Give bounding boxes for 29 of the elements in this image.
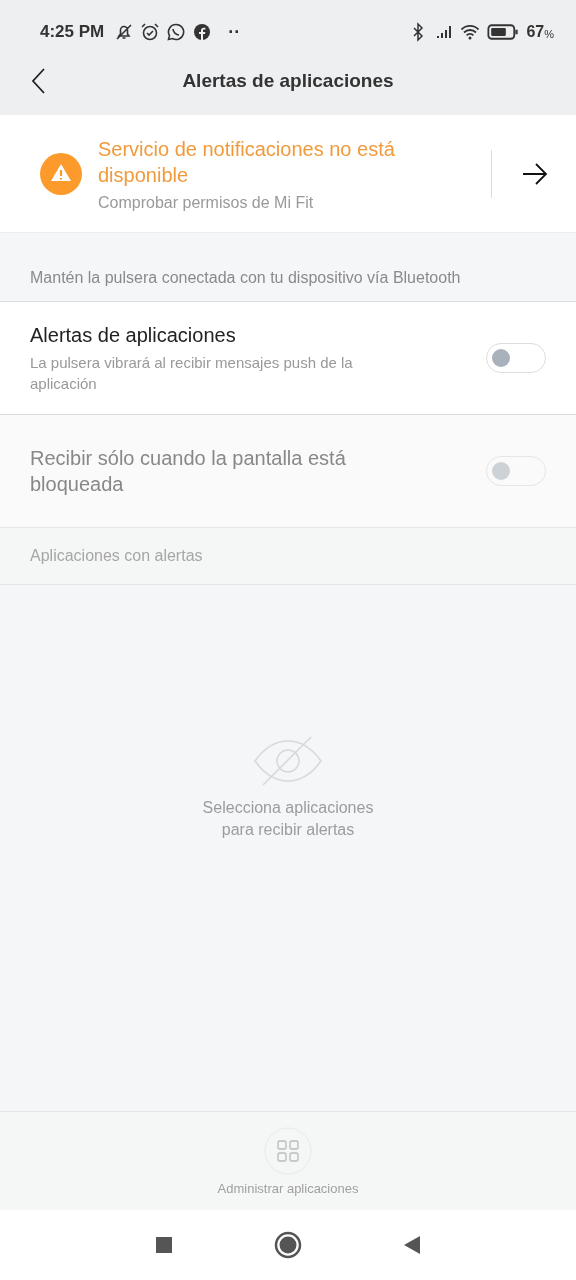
grid-icon: [264, 1126, 312, 1175]
wifi-icon: [460, 22, 481, 42]
setting-title: Recibir sólo cuando la pantalla está bloqueada: [30, 446, 347, 497]
bluetooth-hint: Mantén la pulsera conectada con tu dispositivo vía Bluetooth: [30, 269, 461, 287]
battery-icon: [486, 23, 521, 41]
section-header: Aplicaciones con alertas: [30, 547, 203, 565]
warning-icon: [40, 152, 82, 195]
eye-crossed-icon: [253, 735, 323, 787]
notification-warning-banner[interactable]: Servicio de notificaciones no está disponible Comprobar permisos de Mi Fit: [0, 115, 576, 232]
banner-subtitle: Comprobar permisos de Mi Fit: [98, 193, 315, 212]
facebook-icon: [192, 22, 213, 42]
banner-title: Servicio de notificaciones no está disponible: [98, 136, 396, 188]
home-icon[interactable]: [274, 1231, 302, 1259]
battery-percent: 67: [526, 23, 545, 41]
more-notifications: ··: [228, 21, 241, 43]
percent-sign: %: [544, 28, 554, 40]
bell-off-icon: [114, 22, 135, 42]
status-time: 4:25 PM: [40, 22, 105, 42]
page-title: Alertas de aplicaciones: [182, 69, 394, 92]
chat-bubble-icon: [166, 22, 187, 42]
arrow-right-icon[interactable]: [522, 162, 548, 185]
alarm-clock-icon: [140, 22, 161, 42]
setting-description: La pulsera vibrará al recibir mensajes push de la aplicación: [30, 353, 354, 394]
toggle-switch[interactable]: [486, 343, 546, 373]
setting-title: Alertas de aplicaciones: [30, 323, 237, 348]
recent-apps-icon[interactable]: [154, 1235, 174, 1255]
back-nav-icon[interactable]: [402, 1235, 422, 1255]
back-icon[interactable]: [32, 68, 46, 94]
empty-message: Selecciona aplicaciones para recibir alertas: [202, 798, 374, 840]
